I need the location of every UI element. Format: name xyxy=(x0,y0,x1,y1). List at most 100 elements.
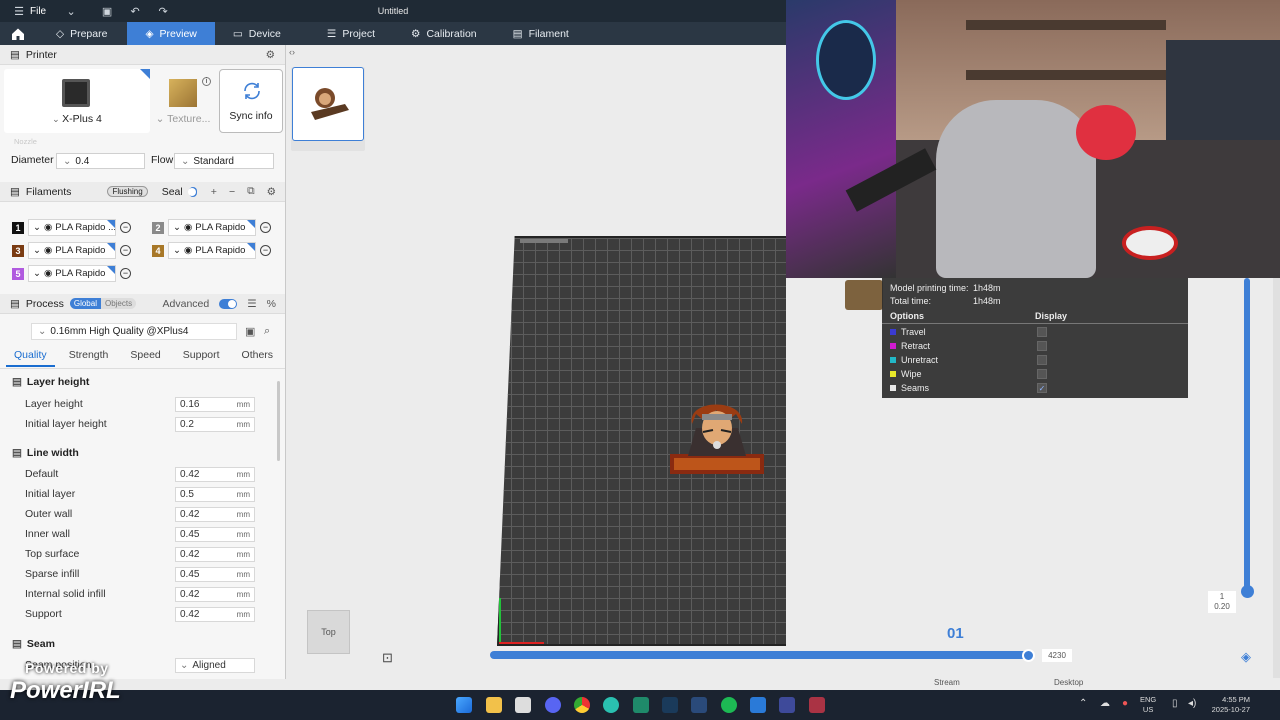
undo-icon[interactable]: ↶ xyxy=(128,4,142,18)
remove-filament-icon[interactable]: − xyxy=(120,268,131,279)
plate-type-card[interactable]: i ⌄ Texture... xyxy=(152,69,214,133)
setting-input[interactable]: 0.45 mm xyxy=(175,566,255,582)
cloud-icon[interactable]: ☁ xyxy=(1100,698,1110,709)
model-preview[interactable] xyxy=(666,388,768,482)
remove-filament-icon[interactable]: − xyxy=(260,222,271,233)
filament-select[interactable]: ⌄ ◉ PLA Rapido xyxy=(168,242,256,259)
sidebar-scrollbar[interactable] xyxy=(277,381,280,461)
list-icon[interactable]: ☰ xyxy=(247,298,256,310)
chrome-icon[interactable] xyxy=(574,697,590,713)
setting-input[interactable]: 0.42 mm xyxy=(175,466,255,482)
setting-input[interactable]: 0.16 mm xyxy=(175,396,255,412)
flow-select[interactable]: ⌄ Standard xyxy=(174,153,274,169)
filament-select[interactable]: ⌄ ◉ PLA Rapido xyxy=(168,219,256,236)
tab-project[interactable]: ☰ Project xyxy=(299,22,393,45)
flushing-button[interactable]: Flushing xyxy=(107,186,148,197)
plate-thumbnail[interactable] xyxy=(292,67,364,141)
app-icon[interactable] xyxy=(750,697,766,713)
seal-toggle[interactable] xyxy=(187,186,197,197)
gcode-move-handle[interactable] xyxy=(1022,649,1035,662)
setting-input[interactable]: 0.42 mm xyxy=(175,546,255,562)
setting-input[interactable]: 0.42 mm xyxy=(175,606,255,622)
setting-input[interactable]: 0.2 mm xyxy=(175,416,255,432)
advanced-toggle[interactable] xyxy=(219,298,238,309)
collapse-sidebar-icon[interactable]: ‹› xyxy=(289,47,295,57)
tab-calibration[interactable]: ⚙ Calibration xyxy=(393,22,495,45)
app-icon[interactable] xyxy=(662,697,678,713)
minus-icon[interactable]: − xyxy=(229,186,235,198)
filament-select[interactable]: ⌄ ◉ PLA Rapido xyxy=(28,265,116,282)
home-button[interactable] xyxy=(0,22,36,45)
folder-icon[interactable] xyxy=(486,697,502,713)
tab-quality[interactable]: Quality xyxy=(6,347,55,367)
tab-preview[interactable]: ◈ Preview xyxy=(127,22,215,45)
save-icon[interactable]: ▣ xyxy=(100,4,114,18)
display-checkbox[interactable] xyxy=(1037,341,1047,351)
filament-select[interactable]: ⌄ ◉ PLA Rapido ... xyxy=(28,219,116,236)
discord-icon[interactable] xyxy=(545,697,561,713)
slicer-app-icon[interactable] xyxy=(779,697,795,713)
filament-slot-2[interactable]: 2 ⌄ ◉ PLA Rapido − xyxy=(152,219,271,236)
language-indicator[interactable]: ENG US xyxy=(1140,695,1156,715)
edge-icon[interactable] xyxy=(603,697,619,713)
tab-filament[interactable]: ▤ Filament xyxy=(495,22,587,45)
tab-prepare[interactable]: ◇ Prepare xyxy=(36,22,127,45)
remove-filament-icon[interactable]: − xyxy=(120,222,131,233)
settings-gear-icon[interactable]: ⚙ xyxy=(267,186,276,198)
setting-select[interactable]: ⌄ Aligned xyxy=(175,657,255,673)
remove-filament-icon[interactable]: − xyxy=(120,245,131,256)
redo-icon[interactable]: ↷ xyxy=(156,4,170,18)
diameter-select[interactable]: ⌄ 0.4 xyxy=(56,153,145,169)
tab-strength[interactable]: Strength xyxy=(61,347,117,367)
sync-info-button[interactable]: Sync info xyxy=(219,69,283,133)
display-checkbox-checked[interactable]: ✓ xyxy=(1037,383,1047,393)
clock[interactable]: 4:55 PM 2025-10-27 xyxy=(1206,695,1250,715)
file-menu[interactable]: File xyxy=(30,6,46,17)
camera-fit-icon[interactable]: ⊡ xyxy=(382,650,393,666)
hamburger-icon[interactable]: ☰ xyxy=(12,4,26,18)
tab-support[interactable]: Support xyxy=(175,347,228,367)
display-checkbox[interactable] xyxy=(1037,327,1047,337)
view-cube[interactable]: Top xyxy=(307,610,350,654)
gcode-move-slider[interactable] xyxy=(490,651,1030,659)
printer-card[interactable]: ⌄ X-Plus 4 xyxy=(4,69,150,133)
process-profile-select[interactable]: ⌄ 0.16mm High Quality @XPlus4 xyxy=(31,323,237,340)
tab-others[interactable]: Others xyxy=(234,347,282,367)
layers-toggle-icon[interactable]: ◈ xyxy=(1241,649,1251,665)
search-icon[interactable]: ⌕ xyxy=(264,325,270,338)
spotify-icon[interactable] xyxy=(721,697,737,713)
sync-filament-icon[interactable]: ⧉ xyxy=(247,185,255,198)
filament-select[interactable]: ⌄ ◉ PLA Rapido xyxy=(28,242,116,259)
settings-gear-icon[interactable]: ⚙ xyxy=(266,49,275,61)
start-icon[interactable] xyxy=(456,697,472,713)
chevron-down-icon[interactable]: ⌄ xyxy=(64,4,78,18)
layer-range-track[interactable] xyxy=(1244,278,1250,590)
mic-icon[interactable]: ● xyxy=(1122,698,1128,709)
percent-icon[interactable]: % xyxy=(267,298,276,310)
objects-toggle[interactable]: Objects xyxy=(100,298,137,309)
tab-device[interactable]: ▭ Device xyxy=(215,22,299,45)
setting-input[interactable]: 0.5 mm xyxy=(175,486,255,502)
global-toggle[interactable]: Global xyxy=(69,298,101,309)
steam-icon[interactable] xyxy=(691,697,707,713)
filament-slot-3[interactable]: 3 ⌄ ◉ PLA Rapido − xyxy=(12,242,131,259)
store-icon[interactable] xyxy=(515,697,531,713)
setting-input[interactable]: 0.42 mm xyxy=(175,586,255,602)
plus-icon[interactable]: + xyxy=(211,186,217,198)
volume-icon[interactable]: ◂) xyxy=(1188,698,1196,709)
app-icon[interactable] xyxy=(809,697,825,713)
app-icon[interactable] xyxy=(633,697,649,713)
filament-slot-4[interactable]: 4 ⌄ ◉ PLA Rapido − xyxy=(152,242,271,259)
tray-chevron-icon[interactable]: ⌃ xyxy=(1079,698,1087,709)
filament-slot-5[interactable]: 5 ⌄ ◉ PLA Rapido − xyxy=(12,265,131,282)
tab-speed[interactable]: Speed xyxy=(122,347,168,367)
filament-slot-1[interactable]: 1 ⌄ ◉ PLA Rapido ... − xyxy=(12,219,131,236)
phone-icon[interactable]: ▯ xyxy=(1172,698,1178,709)
setting-input[interactable]: 0.42 mm xyxy=(175,506,255,522)
save-profile-icon[interactable]: ▣ xyxy=(245,325,255,338)
remove-filament-icon[interactable]: − xyxy=(260,245,271,256)
info-icon[interactable]: i xyxy=(202,77,211,86)
display-checkbox[interactable] xyxy=(1037,355,1047,365)
setting-input[interactable]: 0.45 mm xyxy=(175,526,255,542)
layer-bottom-handle[interactable] xyxy=(1241,585,1254,598)
